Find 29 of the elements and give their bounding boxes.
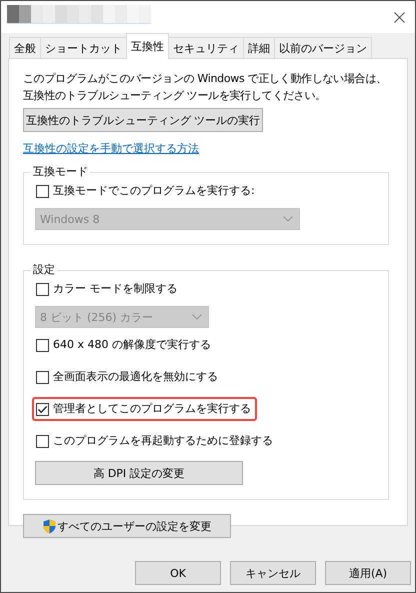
dialog-button[interactable]: OK <box>135 561 221 585</box>
description-text: このプログラムがこのバージョンの Windows で正しく動作しない場合は、互換性のトラブルシューティング ツールを実行してください。 <box>23 71 388 104</box>
checkbox-label: 640 x 480 の解像度で実行する <box>53 337 211 353</box>
tab[interactable]: 互換性 <box>126 33 169 59</box>
checkbox-label: カラー モードを制限する <box>53 281 178 297</box>
checkbox-label: 互換モードでこのプログラムを実行する: <box>53 183 255 199</box>
chevron-down-icon <box>283 216 293 222</box>
checkbox[interactable] <box>36 282 49 296</box>
help-link[interactable]: 互換性の設定を手動で選択する方法 <box>23 140 199 157</box>
checkbox[interactable] <box>36 434 49 448</box>
close-icon[interactable] <box>394 12 405 23</box>
all-users-settings-button[interactable]: すべてのユーザーの設定を変更 <box>23 514 231 538</box>
shield-icon <box>42 518 56 534</box>
checkbox[interactable] <box>36 338 49 352</box>
dpi-settings-button[interactable]: 高 DPI 設定の変更 <box>35 461 243 485</box>
checkbox-label: このプログラムを再起動するために登録する <box>53 433 273 449</box>
chevron-down-icon <box>192 314 202 320</box>
tab[interactable]: 以前のバージョン <box>274 37 372 58</box>
checkbox[interactable] <box>36 184 49 198</box>
group-title: 互換モード <box>32 165 89 179</box>
checkbox[interactable] <box>36 370 49 384</box>
checkbox-label: 全画面表示の最適化を無効にする <box>53 369 218 385</box>
dialog-button[interactable]: キャンセル <box>230 561 316 585</box>
dialog-button[interactable]: 適用(A) <box>325 561 411 585</box>
group-title: 設定 <box>32 263 56 277</box>
checkbox-label: 管理者としてこのプログラムを実行する <box>53 401 251 417</box>
tab[interactable]: 全般 <box>9 37 41 58</box>
troubleshoot-button[interactable]: 互換性のトラブルシューティング ツールの実行 <box>23 108 263 132</box>
checkbox[interactable] <box>36 402 49 416</box>
